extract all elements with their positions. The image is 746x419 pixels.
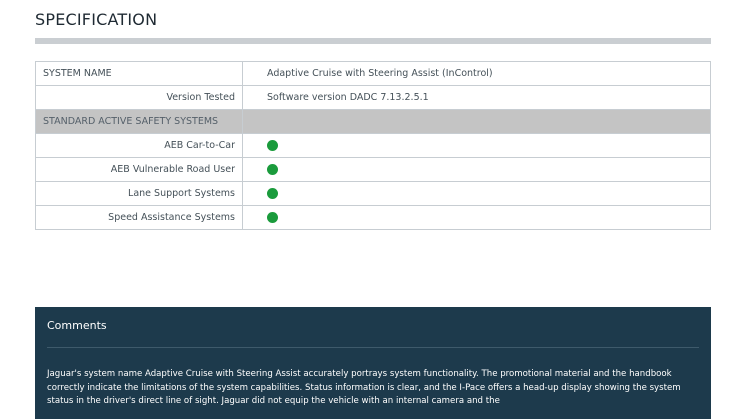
system-name-label: SYSTEM NAME [35,61,243,86]
specification-table: SYSTEM NAME Adaptive Cruise with Steerin… [35,61,711,230]
comments-panel: Comments Jaguar's system name Adaptive C… [35,307,711,419]
status-dot-icon [267,188,278,199]
system-label: Lane Support Systems [35,181,243,206]
section-label: STANDARD ACTIVE SAFETY SYSTEMS [35,109,243,134]
table-row: AEB Vulnerable Road User [35,157,711,182]
status-cell [242,205,711,230]
page: SPECIFICATION SYSTEM NAME Adaptive Cruis… [0,0,746,419]
version-value: Software version DADC 7.13.2.5.1 [242,85,711,110]
comments-text: Jaguar's system name Adaptive Cruise wit… [47,369,681,406]
version-label: Version Tested [35,85,243,110]
section-empty-cell [242,109,711,134]
comments-divider [47,347,699,348]
system-name-value: Adaptive Cruise with Steering Assist (In… [242,61,711,86]
table-row: Speed Assistance Systems [35,205,711,230]
status-dot-icon [267,140,278,151]
status-cell [242,133,711,158]
table-row: Version Tested Software version DADC 7.1… [35,85,711,110]
section-row: STANDARD ACTIVE SAFETY SYSTEMS [35,109,711,134]
table-row: AEB Car-to-Car [35,133,711,158]
comments-title: Comments [47,319,107,332]
status-dot-icon [267,164,278,175]
status-cell [242,157,711,182]
system-label: AEB Car-to-Car [35,133,243,158]
status-cell [242,181,711,206]
table-row: Lane Support Systems [35,181,711,206]
status-dot-icon [267,212,278,223]
table-row: SYSTEM NAME Adaptive Cruise with Steerin… [35,61,711,86]
system-label: AEB Vulnerable Road User [35,157,243,182]
page-title: SPECIFICATION [35,10,158,29]
system-label: Speed Assistance Systems [35,205,243,230]
dotted-divider [35,38,711,44]
